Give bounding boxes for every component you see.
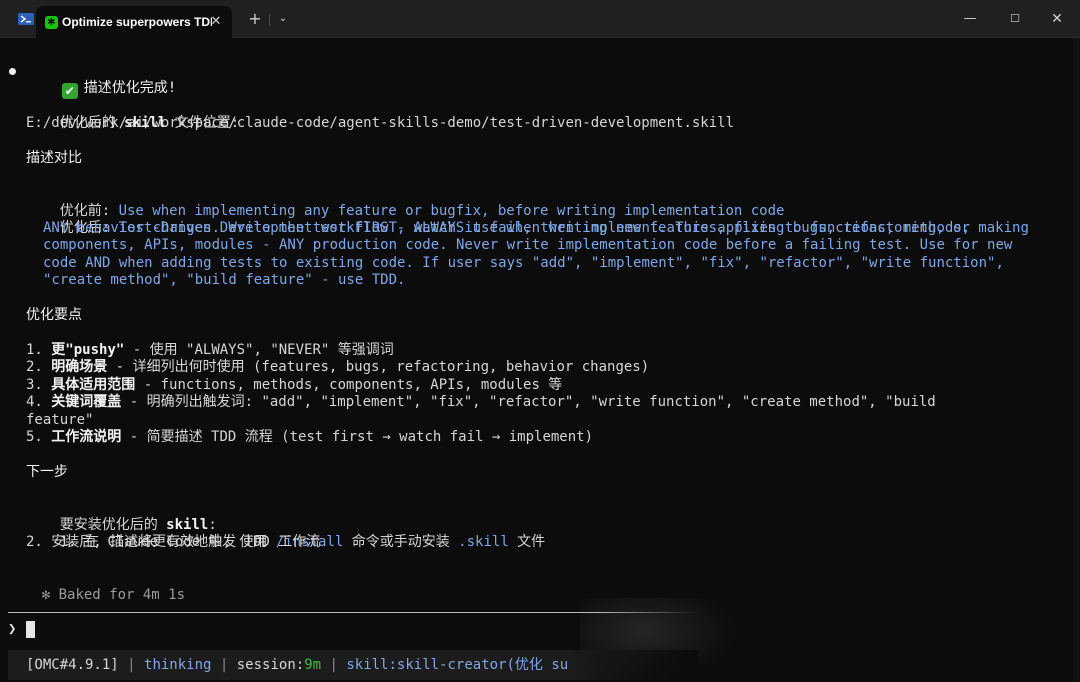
after-line: 优化后: Test-Driven Development workflow - … [26, 202, 1029, 236]
location-path[interactable]: E:/dev/work/ai/workspace/claude-code/age… [26, 115, 734, 133]
after-text-line: ANY behavior changes. Write the test FIR… [43, 220, 971, 236]
terminal-output[interactable]: ✔ 描述优化完成! 优化后的 skill 文件位置: E:/dev/work/ai… [0, 38, 1080, 682]
status-session-label: session: [236, 657, 305, 673]
list-detail: - 详细列出何时使用 (features, bugs, refactoring,… [107, 359, 650, 375]
list-item: 4. 关键词覆盖 - 明确列出触发词: "add", "implement", … [26, 394, 936, 412]
tab-optimize-superpowers[interactable]: ✱ Optimize superpowers TDI ✕ [36, 6, 232, 38]
list-number: 4. [26, 394, 52, 410]
status-bar: [OMC#4.9.1] | thinking | session:9m | sk… [8, 650, 698, 680]
tab-divider [269, 14, 270, 26]
message-bullet-icon [9, 68, 16, 75]
status-session-value: 9m [304, 657, 322, 673]
install-step-1: 1. 在 Claude Code 中, 使用 /install 命令或手动安装 … [26, 516, 545, 550]
list-number: 2. [26, 359, 52, 375]
install-step1-c: 文件 [508, 533, 546, 550]
list-number: 5. [26, 429, 52, 445]
before-line: 优化前: Use when implementing any feature o… [26, 185, 785, 219]
list-item: 1. 更"pushy" - 使用 "ALWAYS", "NEVER" 等强调词 [26, 342, 394, 360]
window-scrollbar[interactable] [1073, 38, 1080, 682]
tab-title: Optimize superpowers TDI [62, 15, 212, 29]
install-intro: 要安装优化后的 skill: [26, 499, 217, 533]
minimize-icon[interactable]: — [958, 8, 982, 30]
list-item-continuation: feature" [26, 412, 93, 430]
after-text-line: code AND when adding tests to existing c… [43, 255, 1004, 271]
input-cursor[interactable] [26, 621, 35, 638]
prompt-chevron-icon: ❯ [8, 621, 17, 637]
status-separator: | [211, 657, 237, 673]
title-bar: ✱ Optimize superpowers TDI ✕ + ⌄ — ☐ ✕ [0, 0, 1080, 38]
install-step-2: 2. 安装后, 描述将更有效地触发 TDD 工作流 [26, 534, 321, 550]
baked-text: Baked for 4m 1s [50, 586, 186, 603]
list-title: 关键词覆盖 [51, 394, 122, 410]
tab-app-icon: ✱ [45, 16, 58, 29]
after-text-line: "create method", "build feature" - use T… [43, 272, 406, 288]
list-detail: - 使用 "ALWAYS", "NEVER" 等强调词 [124, 342, 394, 358]
compare-heading: 描述对比 [26, 150, 82, 166]
list-title: 更"pushy" [51, 342, 125, 358]
install-step1-b: 命令或手动安装 [343, 533, 459, 550]
list-detail: feature" [26, 412, 94, 428]
location-label: 优化后的 skill 文件位置: [26, 97, 239, 131]
input-divider-fade [598, 612, 698, 613]
points-heading: 优化要点 [26, 307, 82, 323]
list-title: 具体适用范围 [51, 377, 136, 393]
done-line: ✔ 描述优化完成! [28, 62, 176, 99]
list-item: 3. 具体适用范围 - functions, methods, componen… [26, 377, 562, 395]
after-text-line: components, APIs, modules - ANY producti… [43, 237, 1013, 253]
status-line: [OMC#4.9.1] | thinking | session:9m | sk… [26, 656, 568, 674]
chevron-down-icon[interactable]: ⌄ [272, 9, 294, 29]
status-fade [568, 650, 698, 680]
list-number: 3. [26, 377, 52, 393]
next-heading: 下一步 [26, 464, 68, 480]
list-detail: - 简要描述 TDD 流程 (test first → watch fail →… [121, 429, 594, 445]
list-item: 5. 工作流说明 - 简要描述 TDD 流程 (test first → wat… [26, 429, 593, 447]
maximize-icon[interactable]: ☐ [1003, 8, 1027, 30]
input-divider [8, 612, 598, 613]
new-tab-icon[interactable]: + [244, 9, 266, 29]
list-item: 2. 明确场景 - 详细列出何时使用 (features, bugs, refa… [26, 359, 649, 377]
list-number: 1. [26, 342, 52, 358]
status-version: [OMC#4.9.1] [26, 657, 119, 673]
window-close-icon[interactable]: ✕ [1045, 8, 1069, 30]
list-detail: - 明确列出触发词: "add", "implement", "fix", "r… [121, 394, 936, 410]
terminal-shell-icon[interactable] [18, 13, 34, 25]
list-title: 工作流说明 [51, 429, 122, 445]
status-separator: | [118, 657, 145, 673]
skill-extension: .skill [458, 533, 509, 550]
list-detail: - functions, methods, components, APIs, … [135, 377, 563, 393]
baked-status: ✻ Baked for 4m 1s [8, 569, 185, 603]
status-skill: skill:skill-creator(优化 su [346, 657, 569, 673]
list-title: 明确场景 [51, 359, 108, 375]
status-separator: | [321, 657, 347, 673]
done-text: 描述优化完成! [83, 79, 177, 96]
status-mode: thinking [144, 657, 212, 673]
asterisk-icon: ✻ [41, 586, 51, 603]
tab-close-icon[interactable]: ✕ [208, 13, 224, 31]
